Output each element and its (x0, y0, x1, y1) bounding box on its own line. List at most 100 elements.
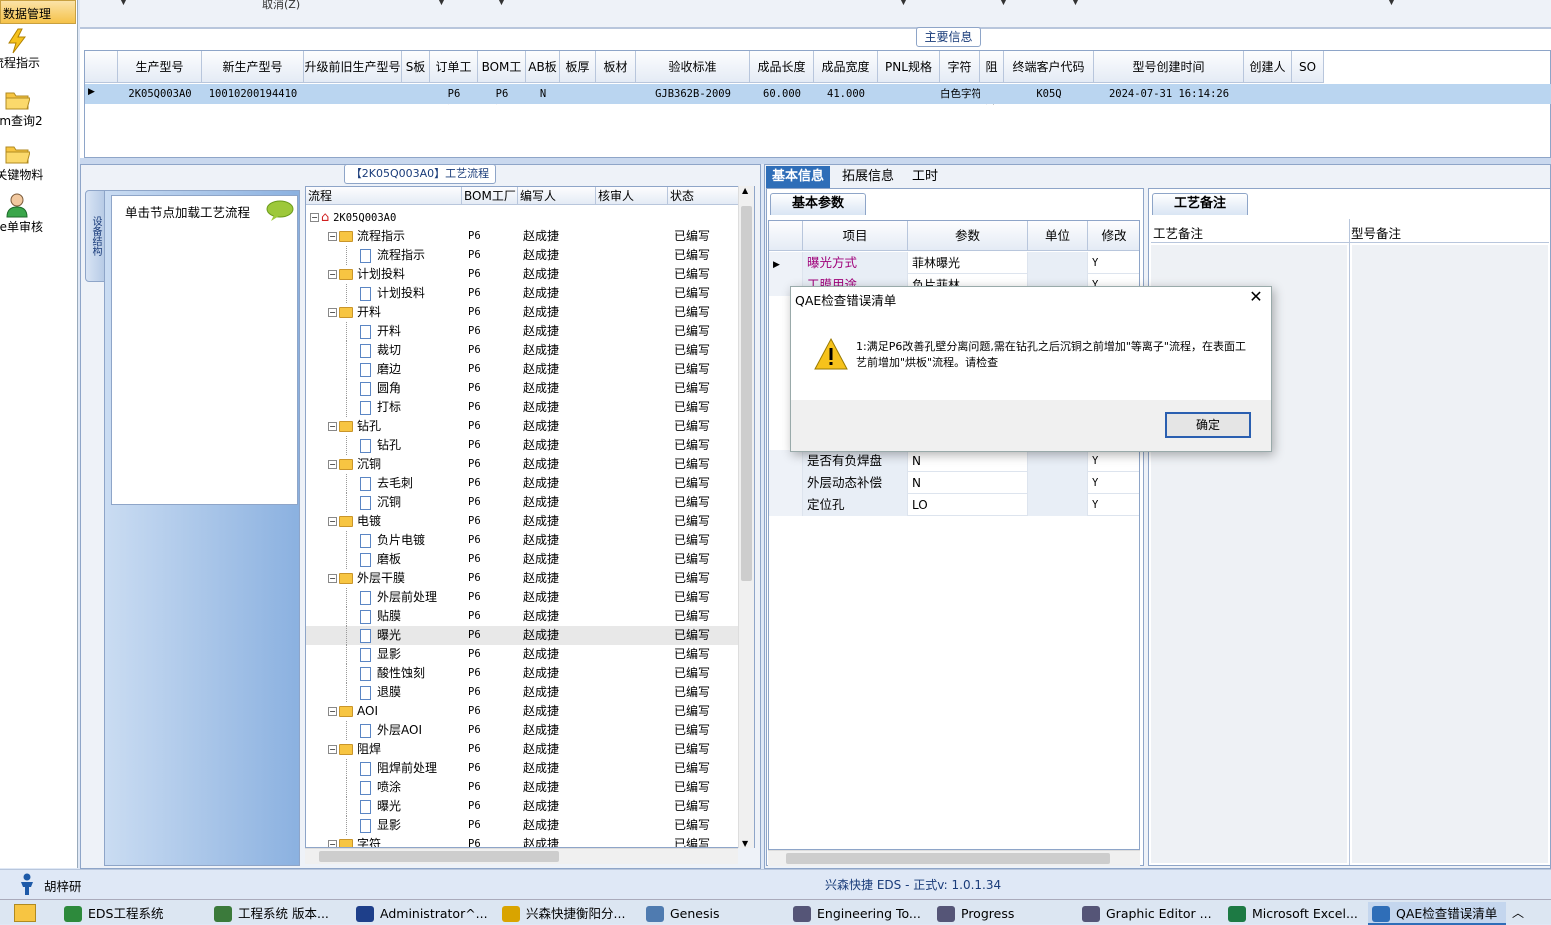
tree-row[interactable]: 曝光 P6 赵成捷 已编写 (306, 797, 740, 816)
tree-row[interactable]: 负片电镀 P6 赵成捷 已编写 (306, 531, 740, 550)
sidebar-item-key-materials[interactable]: i关键物料 (0, 140, 77, 183)
col-header-11[interactable]: 成品宽度 (814, 51, 878, 83)
tree-row[interactable]: 开料 P6 赵成捷 已编写 (306, 322, 740, 341)
file-explorer-icon[interactable] (14, 904, 36, 922)
table-cell[interactable] (1292, 84, 1324, 104)
param-unit-cell[interactable] (1028, 252, 1088, 274)
taskbar-item[interactable]: Engineering To... (789, 902, 931, 925)
col-header-item[interactable]: 项目 (803, 221, 908, 251)
col-header-param[interactable]: 参数 (908, 221, 1028, 251)
col-header-status[interactable]: 状态 (668, 187, 740, 205)
table-cell[interactable] (980, 84, 1004, 104)
tree-row[interactable]: 裁切 P6 赵成捷 已编写 (306, 341, 740, 360)
tree-row[interactable]: − 流程指示 P6 赵成捷 已编写 (306, 227, 740, 246)
col-header-14[interactable]: 阻焊 (980, 51, 1004, 106)
tab-extended-info[interactable]: 拓展信息 (836, 166, 900, 188)
tree-row[interactable]: 显影 P6 赵成捷 已编写 (306, 816, 740, 835)
tree-row[interactable]: − 钻孔 P6 赵成捷 已编写 (306, 417, 740, 436)
col-header-process-remark[interactable]: 工艺备注 (1153, 223, 1203, 242)
sidebar-item-bom-query[interactable]: om查询2 (0, 86, 77, 129)
param-value-cell[interactable]: N (908, 450, 1028, 472)
load-process-hint[interactable]: 单击节点加载工艺流程 (125, 202, 250, 221)
tree-row[interactable]: 曝光 P6 赵成捷 已编写 (306, 626, 740, 645)
tree-vertical-scrollbar[interactable]: ▲ ▼ (738, 186, 754, 848)
tree-row[interactable]: 阻焊前处理 P6 赵成捷 已编写 (306, 759, 740, 778)
param-edit-cell[interactable]: Y (1088, 494, 1139, 516)
param-edit-cell[interactable]: Y (1088, 252, 1139, 274)
collapse-icon[interactable]: − (328, 270, 337, 279)
param-edit-cell[interactable]: Y (1088, 450, 1139, 472)
taskbar-item[interactable]: Genesis (642, 902, 784, 925)
tree-row[interactable]: 磨板 P6 赵成捷 已编写 (306, 550, 740, 569)
taskbar-item[interactable]: Graphic Editor ... (1078, 902, 1222, 925)
table-cell[interactable] (560, 84, 596, 104)
tree-row[interactable]: 磨边 P6 赵成捷 已编写 (306, 360, 740, 379)
param-row[interactable]: 定位孔 LO Y (769, 494, 1139, 516)
param-edit-cell[interactable]: Y (1088, 472, 1139, 494)
table-cell[interactable]: 60.000 (750, 84, 814, 104)
param-row[interactable]: 是否有负焊盘 N Y (769, 450, 1139, 472)
col-header-8[interactable]: 板材 (596, 51, 636, 83)
table-cell[interactable]: P6 (430, 84, 478, 104)
collapse-icon[interactable]: − (328, 574, 337, 583)
tree-row[interactable]: 计划投料 P6 赵成捷 已编写 (306, 284, 740, 303)
taskbar-item[interactable]: 兴森快捷衡阳分... (498, 902, 640, 925)
param-row[interactable]: ▶ 曝光方式 菲林曝光 Y (769, 252, 1139, 274)
tree-row[interactable]: 退膜 P6 赵成捷 已编写 (306, 683, 740, 702)
param-value-cell[interactable]: LO (908, 494, 1028, 516)
tree-row[interactable]: 沉铜 P6 赵成捷 已编写 (306, 493, 740, 512)
tree-row[interactable]: 打标 P6 赵成捷 已编写 (306, 398, 740, 417)
collapse-icon[interactable]: − (328, 232, 337, 241)
tree-row[interactable]: − 电镀 P6 赵成捷 已编写 (306, 512, 740, 531)
tree-horizontal-scrollbar[interactable] (305, 848, 738, 864)
taskbar-item[interactable]: Microsoft Excel... (1224, 902, 1366, 925)
tab-basic-params[interactable]: 基本参数 (770, 193, 866, 215)
col-header-9[interactable]: 验收标准 (636, 51, 750, 83)
tree-row[interactable]: − AOI P6 赵成捷 已编写 (306, 702, 740, 721)
table-cell[interactable]: 白色字符 (940, 84, 980, 104)
param-value-cell[interactable]: 菲林曝光 (908, 252, 1028, 274)
cancel-button[interactable]: 取消(Z) (262, 0, 300, 12)
taskbar-item[interactable]: QAE检查错误清单 (1368, 902, 1506, 925)
tree-row[interactable]: 去毛刺 P6 赵成捷 已编写 (306, 474, 740, 493)
table-cell[interactable] (596, 84, 636, 104)
tree-row[interactable]: − 阻焊 P6 赵成捷 已编写 (306, 740, 740, 759)
col-header-7[interactable]: 板厚 (560, 51, 596, 83)
col-header-2[interactable]: 升级前旧生产型号 (304, 51, 402, 83)
col-header-edit[interactable]: 修改 (1088, 221, 1139, 251)
tree-row[interactable]: − 外层干膜 P6 赵成捷 已编写 (306, 569, 740, 588)
col-header-17[interactable]: 创建人 (1244, 51, 1292, 83)
col-header-bom-factory[interactable]: BOM工厂 (462, 187, 518, 205)
col-header-6[interactable]: AB板 (526, 51, 560, 83)
tab-process-remarks[interactable]: 工艺备注 (1152, 193, 1248, 215)
taskbar-item[interactable]: Progress (933, 902, 1075, 925)
tree-row[interactable]: 外层AOI P6 赵成捷 已编写 (306, 721, 740, 740)
col-header-16[interactable]: 型号创建时间 (1094, 51, 1244, 83)
table-cell[interactable] (878, 84, 940, 104)
collapse-icon[interactable]: − (328, 745, 337, 754)
collapse-icon[interactable]: − (328, 840, 337, 847)
col-header-1[interactable]: 新生产型号 (202, 51, 304, 83)
col-header-15[interactable]: 终端客户代码 (1004, 51, 1094, 83)
table-cell[interactable]: N (526, 84, 560, 104)
col-header-0[interactable]: 生产型号 (118, 51, 202, 83)
param-value-cell[interactable]: N (908, 472, 1028, 494)
table-cell[interactable]: 41.000 (814, 84, 878, 104)
col-header-4[interactable]: 订单工厂 (430, 51, 478, 106)
tree-row[interactable]: 外层前处理 P6 赵成捷 已编写 (306, 588, 740, 607)
collapse-icon[interactable]: − (328, 707, 337, 716)
collapse-icon[interactable]: − (328, 517, 337, 526)
side-tab-structure[interactable]: 设备结构 (85, 190, 105, 282)
tree-row[interactable]: 酸性蚀刻 P6 赵成捷 已编写 (306, 664, 740, 683)
ok-button[interactable]: 确定 (1165, 412, 1251, 438)
table-cell[interactable]: GJB362B-2009 (636, 84, 750, 104)
col-header-5[interactable]: BOM工厂 (478, 51, 526, 106)
col-header-12[interactable]: PNL规格 (878, 51, 940, 83)
tree-root-row[interactable]: − ⌂ 2K05Q003A0 (306, 208, 740, 227)
param-row[interactable]: 外层动态补偿 N Y (769, 472, 1139, 494)
sidebar-item-review[interactable]: pe单审核 (0, 192, 77, 235)
tree-row[interactable]: 贴膜 P6 赵成捷 已编写 (306, 607, 740, 626)
tab-basic-info[interactable]: 基本信息 (766, 166, 831, 188)
table-cell[interactable]: P6 (478, 84, 526, 104)
col-header-3[interactable]: S板 (402, 51, 430, 83)
